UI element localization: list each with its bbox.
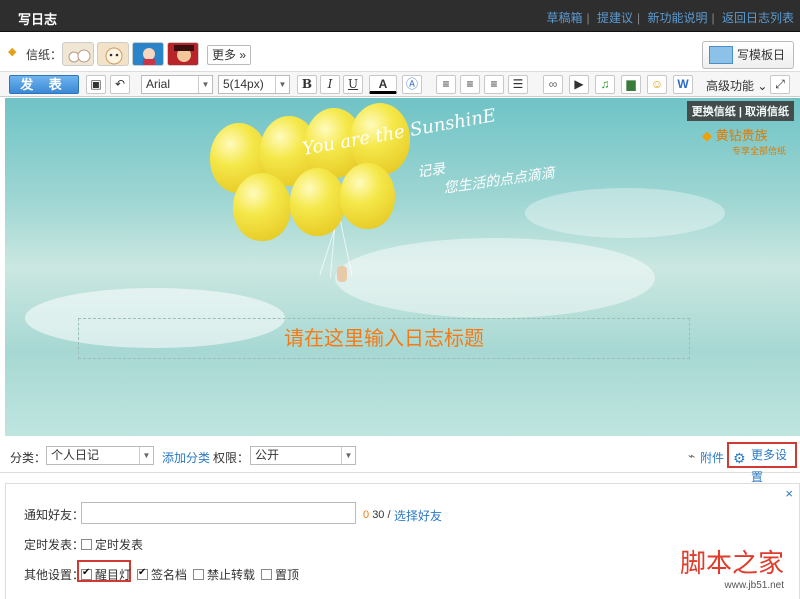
- cloud-shape: [525, 188, 725, 238]
- stationery-thumb-2[interactable]: [97, 42, 129, 66]
- italic-button[interactable]: I: [320, 75, 340, 94]
- link-new-features[interactable]: 新功能说明: [648, 11, 708, 25]
- align-right-icon[interactable]: ≡: [484, 75, 504, 94]
- editor-toolbar: 发 表 ▣ ↶ Arial ▼ 5(14px) ▼ B I U A Ⓐ ≡ ≡ ≡ …: [0, 71, 800, 97]
- category-row: 分类： 个人日记 ▼ 添加分类 权限： 公开 ▼ ⌁ 附件 ⚙ 更多设置: [0, 437, 800, 484]
- script-chinese-2: 您生活的点点滴滴: [442, 165, 556, 197]
- advanced-features-menu[interactable]: 高级功能 ⌄: [706, 77, 767, 94]
- hand-shape: [337, 266, 347, 282]
- cloud-shape: [335, 238, 655, 318]
- video-icon[interactable]: ▶: [569, 75, 589, 94]
- permission-select[interactable]: 公开 ▼: [250, 446, 356, 465]
- timed-publish-checkbox[interactable]: [81, 539, 92, 550]
- balloon-shape: [233, 173, 291, 241]
- publish-button[interactable]: 发 表: [9, 75, 79, 94]
- diamond-icon: ◆: [701, 128, 712, 143]
- diary-canvas[interactable]: You are the SunshinE 记录 您生活的点点滴滴 更换信纸 | …: [5, 98, 800, 436]
- balloon-shape: [340, 163, 395, 229]
- option-signature[interactable]: 签名档: [137, 566, 187, 583]
- diary-title-input[interactable]: 请在这里输入日志标题: [78, 318, 690, 359]
- list-icon[interactable]: ☰: [508, 75, 528, 94]
- image-icon[interactable]: ▆: [621, 75, 641, 94]
- friend-count: 0 30 /: [363, 509, 391, 521]
- stationery-thumb-1[interactable]: [62, 42, 94, 66]
- stationery-label: 信纸：: [26, 48, 63, 62]
- pin-top-checkbox[interactable]: [261, 569, 272, 580]
- music-icon[interactable]: ♫: [595, 75, 615, 94]
- word-import-icon[interactable]: W: [673, 75, 693, 94]
- site-watermark: 脚本之家 www.jb51.net: [679, 549, 784, 591]
- highlight-checkbox[interactable]: [81, 567, 92, 580]
- attachment-link[interactable]: 附件: [700, 449, 724, 466]
- notify-friends-input[interactable]: [81, 502, 356, 524]
- gear-icon: ⚙: [733, 450, 746, 466]
- link-icon[interactable]: ∞: [543, 75, 563, 94]
- category-select[interactable]: 个人日记 ▼: [46, 446, 154, 465]
- save-icon[interactable]: ▣: [86, 75, 106, 94]
- link-suggest[interactable]: 提建议: [597, 11, 633, 25]
- add-category-link[interactable]: 添加分类: [162, 449, 210, 466]
- timed-publish-option[interactable]: 定时发表: [81, 536, 143, 553]
- more-stationery-button[interactable]: 更多 »: [207, 45, 251, 65]
- template-icon: [709, 46, 733, 64]
- font-size-select[interactable]: 5(14px) ▼: [218, 75, 290, 94]
- highlight-color-button[interactable]: Ⓐ: [402, 75, 422, 94]
- signature-checkbox[interactable]: [137, 567, 148, 580]
- top-bar: 写日志 草稿箱 | 提建议 | 新功能说明 | 返回日志列表: [0, 0, 800, 32]
- option-no-repost[interactable]: 禁止转载: [193, 566, 255, 583]
- align-left-icon[interactable]: ≡: [436, 75, 456, 94]
- timed-publish-label: 定时发表：: [24, 538, 85, 552]
- stationery-operations[interactable]: 更换信纸 | 取消信纸: [686, 101, 794, 121]
- align-center-icon[interactable]: ≡: [460, 75, 480, 94]
- choose-friends-link[interactable]: 选择好友: [394, 507, 442, 524]
- stationery-row: ◆ 信纸： 更多 » 写模板日志: [0, 33, 800, 88]
- template-diary-button[interactable]: 写模板日志: [702, 41, 794, 88]
- stationery-thumb-3[interactable]: [132, 42, 164, 66]
- stationery-thumb-4[interactable]: [167, 42, 199, 66]
- yellow-diamond-badge[interactable]: ◆ 黄钻贵族 专享全部信纸: [702, 125, 786, 157]
- option-pin-top[interactable]: 置顶: [261, 566, 299, 583]
- paperclip-icon: ⌁: [688, 449, 696, 463]
- option-highlight[interactable]: 醒目灯: [81, 566, 131, 583]
- emoticon-icon[interactable]: ☺: [647, 75, 667, 94]
- page-title: 写日志: [18, 12, 58, 27]
- balloon-shape: [290, 168, 345, 236]
- diamond-icon: ◆: [8, 46, 17, 58]
- link-back-to-list[interactable]: 返回日志列表: [722, 11, 794, 25]
- undo-icon[interactable]: ↶: [110, 75, 130, 94]
- link-drafts[interactable]: 草稿箱: [547, 11, 583, 25]
- font-color-button[interactable]: A: [369, 75, 397, 94]
- permission-label: 权限：: [213, 451, 250, 465]
- top-links: 草稿箱 | 提建议 | 新功能说明 | 返回日志列表: [546, 11, 794, 25]
- category-label: 分类：: [10, 451, 47, 465]
- notify-friends-label: 通知好友：: [24, 508, 85, 522]
- other-settings-label: 其他设置：: [24, 568, 85, 582]
- fullscreen-icon[interactable]: ⤢: [770, 75, 790, 94]
- font-family-select[interactable]: Arial ▼: [141, 75, 213, 94]
- more-settings-button[interactable]: ⚙ 更多设置: [727, 442, 797, 484]
- bold-button[interactable]: B: [297, 75, 317, 94]
- underline-button[interactable]: U: [343, 75, 363, 94]
- close-icon[interactable]: ×: [785, 486, 793, 501]
- no-repost-checkbox[interactable]: [193, 569, 204, 580]
